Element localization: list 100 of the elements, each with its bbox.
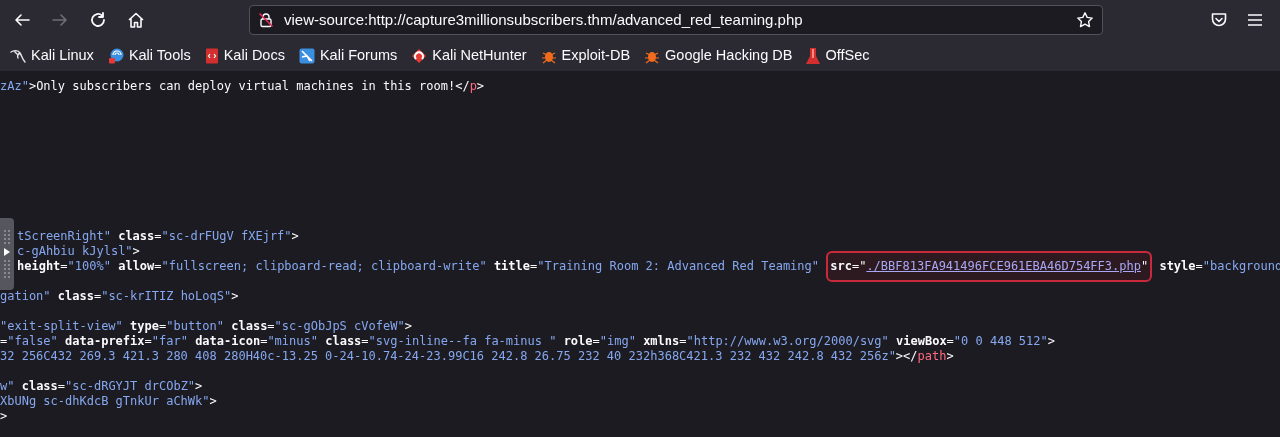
grip-dots-icon [4, 260, 10, 278]
forum-icon [298, 47, 315, 64]
menu-icon[interactable] [1246, 11, 1264, 29]
markup-punctuation: > [195, 379, 203, 393]
markup-punctuation: " [1140, 259, 1149, 273]
attribute-value: 32 256C432 269.3 421.3 280 408 280H40c-13.25 0-24-10.74-24-23.99C16 242.8 26.75 232 40 232h368C421.3 232 432 242.8 432 256z" [0, 349, 896, 363]
expand-arrow-icon [4, 248, 10, 256]
markup-punctuation: ></ [895, 349, 918, 363]
attribute-name: role [563, 334, 593, 348]
attribute-value: "fullscreen; clipboard-read; clipboard-write" [161, 259, 487, 273]
attribute-name: type [130, 319, 159, 333]
markup-punctuation: = [158, 319, 167, 333]
pocket-icon[interactable] [1210, 11, 1228, 29]
markup-punctuation: > [946, 349, 954, 363]
markup-punctuation: = [1195, 259, 1203, 273]
markup-punctuation: = [679, 334, 687, 348]
attribute-value: tScreenRight" [17, 229, 111, 243]
attribute-value: "minus" [267, 334, 318, 348]
markup-punctuation: > [291, 229, 299, 243]
markup-punctuation: > [476, 79, 485, 93]
markup-punctuation: = [260, 334, 268, 348]
tag-name: path [917, 349, 947, 363]
markup-punctuation: = [361, 334, 369, 348]
attribute-value: "sc-dRGYJT drCObZ" [65, 379, 196, 393]
attribute-name: class [325, 334, 362, 348]
attribute-value: "100%" [67, 259, 111, 273]
back-arrow-icon[interactable] [13, 11, 31, 29]
markup-punctuation: > [209, 394, 217, 408]
home-icon[interactable] [127, 11, 145, 29]
url-text: view-source:http://capture3millionsubscribers.thm/advanced_red_teaming.php [284, 9, 804, 30]
markup-punctuation: = [530, 259, 538, 273]
attribute-value: XbUNg sc-dhKdcB gTnkUr aChWk" [0, 394, 210, 408]
attribute-name: src [830, 259, 852, 273]
markup-punctuation: > [0, 409, 8, 423]
markup-punctuation: = [946, 334, 954, 348]
attribute-value: "exit-split-view" [0, 319, 123, 333]
bookmark-link[interactable]: Exploit-DB [540, 44, 631, 67]
attribute-value: gation" [0, 289, 51, 303]
attribute-name: xmlns [643, 334, 680, 348]
attribute-value: "Training Room 2: Advanced Red Teaming" [537, 259, 819, 273]
document-icon [204, 47, 219, 64]
text-content: Only subscribers can deploy virtual machines in this room!</ [36, 79, 470, 93]
bookmark-link[interactable]: Kali Docs [204, 44, 285, 67]
attribute-value: "false" [7, 334, 58, 348]
bookmark-link[interactable]: Kali NetHunter [411, 44, 527, 67]
markup-punctuation: = [144, 334, 152, 348]
markup-punctuation: = [267, 319, 275, 333]
attribute-name: class [21, 379, 58, 393]
bookmark-link[interactable]: Kali Linux [10, 44, 94, 67]
attribute-name: class [57, 289, 94, 303]
attribute-name: data-icon [195, 334, 261, 348]
markup-punctuation: > [404, 319, 412, 333]
tools-icon [107, 47, 124, 64]
markup-punctuation: > [231, 289, 239, 303]
grip-dots-icon [4, 230, 10, 244]
attribute-value: "svg-inline--fa fa-minus " [368, 334, 557, 348]
side-panel-handle[interactable] [0, 218, 14, 290]
attribute-value: w" [0, 379, 15, 393]
markup-punctuation: = [154, 259, 162, 273]
attribute-value: "sc-krITIZ hoLoqS" [101, 289, 232, 303]
attribute-name: data-prefix [65, 334, 145, 348]
markup-punctuation: = [57, 379, 66, 393]
bookmark-star-icon[interactable] [1076, 11, 1094, 29]
url-field[interactable]: view-source:http://capture3millionsubscribers.thm/advanced_red_teaming.php [249, 5, 1103, 35]
attribute-value: "button" [166, 319, 224, 333]
offsec-icon [806, 47, 821, 64]
attribute-value: "sc-gObJpS cVofeW" [274, 319, 405, 333]
attribute-name: allow [118, 259, 155, 273]
attribute-name: class [231, 319, 268, 333]
markup-punctuation: = [154, 229, 162, 243]
insecure-lock-icon [258, 12, 274, 28]
attribute-value: "0 0 448 512" [953, 334, 1048, 348]
attribute-name: viewBox [896, 334, 947, 348]
reload-icon[interactable] [89, 11, 107, 29]
dragon-icon [10, 47, 26, 64]
nethunter-icon [411, 47, 428, 64]
markup-punctuation: = [60, 259, 68, 273]
bookmark-link[interactable]: OffSec [806, 44, 870, 67]
attribute-name: class [118, 229, 155, 243]
attribute-value: zAz" [0, 79, 29, 93]
markup-punctuation: =" [851, 259, 867, 273]
bookmark-link[interactable]: Kali Forums [298, 44, 398, 67]
attribute-value: "far" [151, 334, 188, 348]
attribute-value: "img" [599, 334, 636, 348]
attribute-name: style [1159, 259, 1196, 273]
markup-punctuation: > [28, 79, 37, 93]
attribute-value: "sc-drFUgV fXEjrf" [161, 229, 292, 243]
attribute-name: height [17, 259, 61, 273]
bookmark-link[interactable]: Google Hacking DB [644, 44, 793, 67]
attribute-name: title [493, 259, 530, 273]
markup-punctuation: = [0, 334, 8, 348]
markup-punctuation: > [1047, 334, 1055, 348]
attribute-value: c-gAhbiu kJylsl" [17, 244, 133, 258]
source-link[interactable]: ./BBF813FA941496FCE961EBA46D754FF3.php [866, 259, 1141, 273]
markup-punctuation: = [592, 334, 600, 348]
markup-punctuation: > [132, 244, 140, 258]
bookmark-link[interactable]: Kali Tools [107, 44, 191, 67]
markup-punctuation: = [93, 289, 102, 303]
tag-name: p [469, 79, 477, 93]
attribute-value: "http://www.w3.org/2000/svg" [686, 334, 889, 348]
